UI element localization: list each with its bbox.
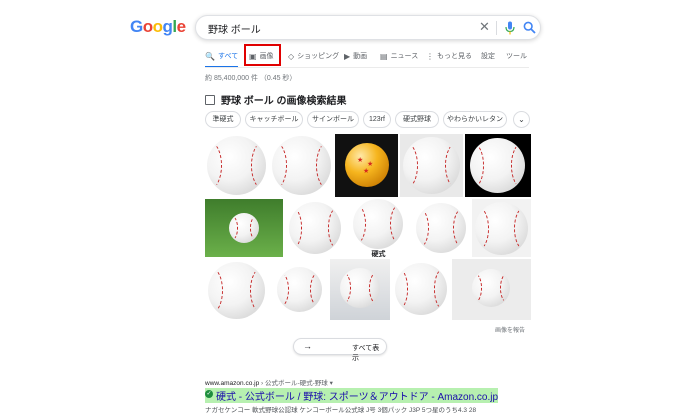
image-result[interactable]	[452, 259, 531, 320]
chip[interactable]: 準硬式	[205, 111, 241, 128]
logo-letter: o	[142, 17, 153, 36]
image-result[interactable]	[465, 134, 531, 197]
mic-icon[interactable]	[504, 21, 516, 35]
star-icon: ★	[357, 157, 364, 164]
baseball-image	[472, 269, 510, 307]
image-result[interactable]	[472, 199, 531, 257]
chip[interactable]: 123rf	[363, 111, 391, 128]
image-result[interactable]	[205, 134, 268, 197]
tab-tools[interactable]: ツール	[506, 51, 527, 61]
image-result[interactable]	[400, 134, 463, 197]
chip[interactable]: 硬式野球	[395, 111, 439, 128]
logo-letter: e	[176, 17, 186, 36]
search-divider	[496, 21, 497, 35]
image-result[interactable]	[412, 199, 470, 257]
google-logo[interactable]: Google	[130, 17, 186, 37]
tab-shopping[interactable]: ◇ ショッピング	[288, 51, 339, 61]
baseball-image	[277, 267, 322, 312]
image-result[interactable]	[205, 199, 283, 257]
image-grid: ★ ★ ★ 硬式	[205, 134, 531, 320]
star-icon: ★	[363, 168, 370, 175]
image-caption: 硬式	[371, 251, 386, 257]
baseball-image	[395, 263, 447, 315]
baseball-image	[403, 137, 460, 194]
image-result[interactable]	[392, 259, 450, 320]
image-result[interactable]	[330, 259, 390, 320]
image-icon	[205, 94, 215, 105]
cite-path: › 公式ボール-硬式-野球 ▾	[259, 380, 333, 387]
logo-letter: G	[130, 17, 143, 36]
tab-news[interactable]: ▤ ニュース	[380, 51, 418, 61]
news-icon: ▤	[380, 51, 388, 61]
image-result[interactable]: 硬式	[347, 199, 410, 257]
image-result[interactable]	[270, 134, 333, 197]
images-tab-highlight	[244, 44, 281, 66]
chip[interactable]: やわらかいレタン	[443, 111, 507, 128]
tab-label: すべて	[217, 53, 239, 60]
result-stats: 約 85,400,000 件 （0.45 秒）	[205, 75, 297, 82]
search-icon: 🔍	[205, 51, 215, 61]
result-title-text: 硬式 - 公式ボール / 野球: スポーツ＆アウトドア - Amazon.co.…	[216, 392, 499, 403]
report-images-link[interactable]: 画像を報告	[495, 325, 525, 334]
baseball-image	[208, 262, 265, 319]
baseball-image	[289, 202, 341, 254]
image-result[interactable]	[270, 259, 328, 320]
result-title-link[interactable]: ✓ 硬式 - 公式ボール / 野球: スポーツ＆アウトドア - Amazon.c…	[205, 388, 499, 403]
tab-label: ツール	[506, 53, 527, 60]
close-icon[interactable]: ✕	[479, 19, 490, 35]
images-heading[interactable]: 野球 ボール の画像検索結果	[205, 92, 347, 107]
baseball-image	[470, 138, 525, 193]
logo-letter: g	[162, 17, 173, 36]
show-all-label: すべて表示	[352, 345, 380, 362]
image-result[interactable]	[205, 259, 268, 320]
result-cite[interactable]: www.amazon.co.jp › 公式ボール-硬式-野球 ▾	[205, 377, 333, 387]
baseball-image	[229, 213, 259, 243]
baseball-image	[272, 136, 331, 195]
result-snippet: ナガセケンコー 軟式野球公認球 ケンコーボール公式球 J号 3個パック J3P …	[205, 407, 477, 414]
baseball-image	[353, 199, 403, 249]
search-box[interactable]: 野球 ボール ✕	[195, 15, 541, 40]
cite-domain: www.amazon.co.jp	[205, 380, 260, 387]
tab-more[interactable]: ⋮ もっと見る	[426, 51, 472, 61]
chip[interactable]: キャッチボール	[245, 111, 303, 128]
tab-label: 設定	[481, 53, 495, 60]
images-heading-text: 野球 ボール の画像検索結果	[221, 96, 347, 107]
chip[interactable]: サインボール	[307, 111, 359, 128]
tabs-divider	[205, 67, 529, 68]
image-result[interactable]	[285, 199, 345, 257]
tab-label: ショッピング	[297, 53, 340, 60]
tab-settings[interactable]: 設定	[481, 51, 495, 61]
logo-letter: o	[152, 17, 163, 36]
tab-videos[interactable]: ▶ 動画	[344, 51, 367, 61]
show-all-button[interactable]: → すべて表示	[293, 338, 387, 362]
chevron-down-icon[interactable]: ⌄	[513, 111, 530, 128]
tab-label: 動画	[353, 53, 368, 60]
baseball-image	[475, 202, 528, 255]
tag-icon: ◇	[288, 51, 295, 61]
image-result[interactable]: ★ ★ ★	[335, 134, 398, 197]
baseball-image	[207, 136, 266, 195]
search-icon[interactable]	[523, 21, 536, 34]
search-input[interactable]: 野球 ボール	[208, 21, 261, 36]
tab-all[interactable]: 🔍 すべて	[205, 51, 238, 61]
arrow-right-icon: →	[303, 341, 312, 351]
baseball-image	[340, 268, 380, 308]
baseball-image	[416, 203, 466, 253]
play-icon: ▶	[344, 51, 351, 61]
tab-label: ニュース	[390, 53, 419, 60]
tab-label: もっと見る	[437, 53, 472, 60]
more-vert-icon: ⋮	[426, 51, 434, 61]
check-icon: ✓	[205, 390, 213, 398]
